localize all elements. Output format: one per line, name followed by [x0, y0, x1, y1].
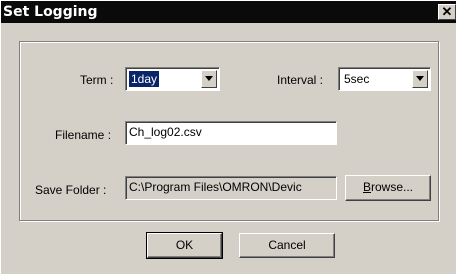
- cancel-label: Cancel: [268, 238, 306, 252]
- dialog-title: Set Logging: [3, 4, 98, 20]
- term-dropdown-button[interactable]: [201, 70, 217, 88]
- chevron-down-icon: [416, 76, 424, 81]
- term-value: 1day: [129, 71, 160, 87]
- title-bar[interactable]: Set Logging ✕: [1, 1, 456, 23]
- interval-value: 5sec: [344, 72, 370, 86]
- close-button[interactable]: ✕: [438, 4, 456, 20]
- set-logging-dialog: Set Logging ✕ Term : 1day Interval : 5se…: [0, 0, 456, 274]
- term-dropdown[interactable]: 1day: [125, 67, 220, 91]
- browse-button[interactable]: Browse...: [345, 175, 431, 201]
- browse-label: rowse...: [371, 180, 414, 194]
- ok-label: OK: [175, 238, 194, 252]
- save-folder-value: C:\Program Files\OMRON\Devic: [129, 180, 302, 194]
- save-folder-label: Save Folder :: [35, 183, 107, 197]
- save-folder-field: C:\Program Files\OMRON\Devic: [125, 176, 337, 200]
- filename-input[interactable]: Ch_log02.csv: [125, 121, 337, 145]
- close-icon: ✕: [441, 4, 453, 19]
- interval-dropdown-button[interactable]: [412, 70, 428, 88]
- filename-value: Ch_log02.csv: [129, 125, 202, 139]
- ok-button[interactable]: OK: [146, 232, 223, 259]
- cancel-button[interactable]: Cancel: [239, 233, 335, 258]
- interval-label: Interval :: [277, 73, 324, 87]
- browse-accelerator: B: [362, 180, 371, 194]
- filename-label: Filename :: [55, 128, 112, 142]
- term-label: Term :: [80, 73, 114, 87]
- chevron-down-icon: [205, 76, 213, 81]
- interval-dropdown[interactable]: 5sec: [338, 67, 431, 91]
